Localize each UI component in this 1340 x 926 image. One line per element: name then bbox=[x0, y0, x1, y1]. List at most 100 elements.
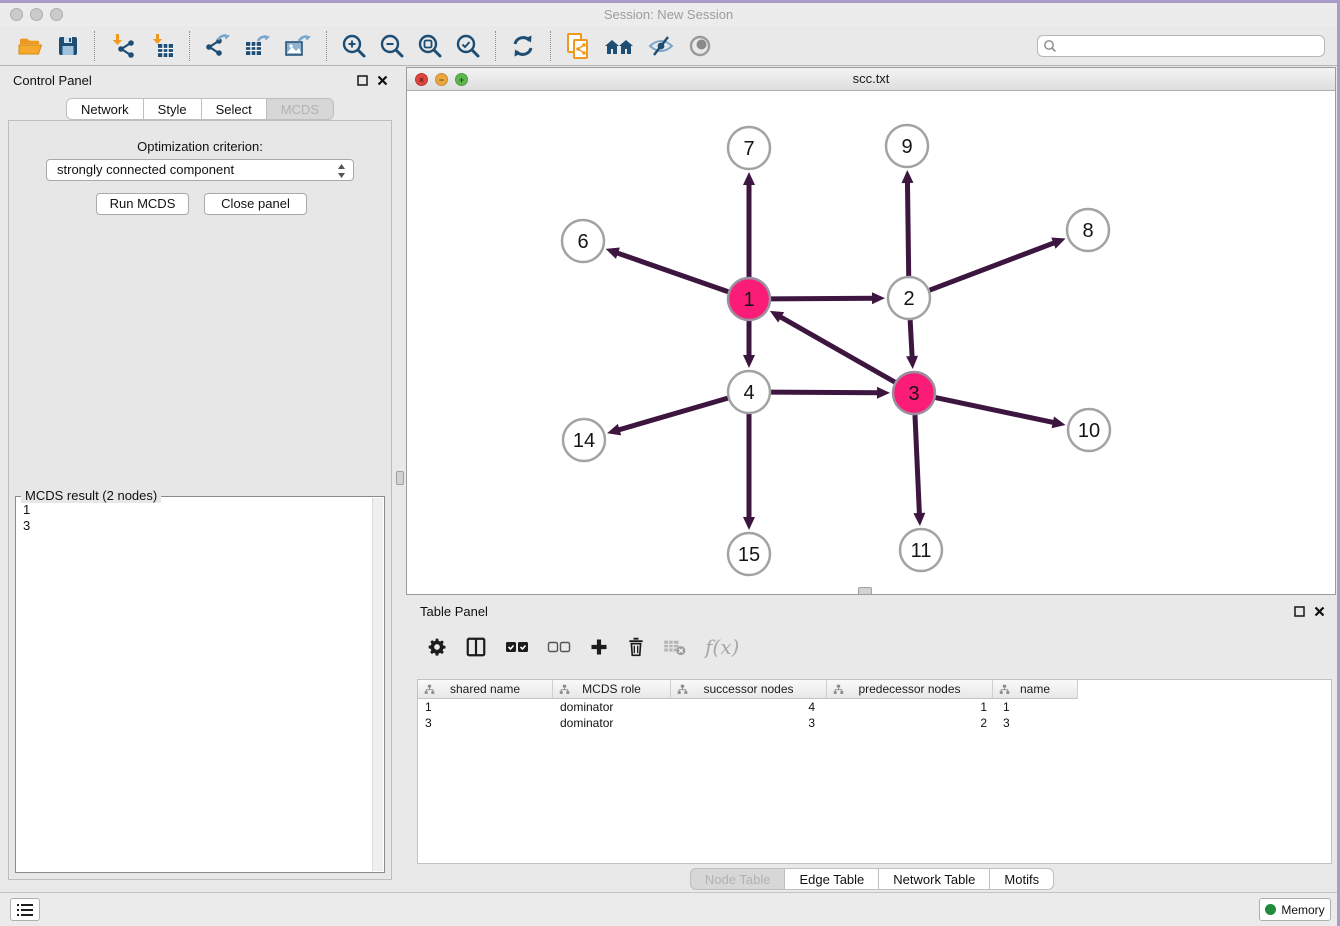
table-tab-edge-table[interactable]: Edge Table bbox=[785, 868, 879, 890]
close-network-button[interactable]: × bbox=[415, 73, 428, 86]
edge-arrowhead bbox=[1052, 416, 1066, 428]
export-image-icon bbox=[284, 33, 312, 59]
close-panel-button[interactable]: Close panel bbox=[204, 193, 307, 215]
edge-3-11[interactable] bbox=[915, 415, 920, 516]
table-row[interactable]: 1dominator411 bbox=[418, 699, 1331, 715]
edge-arrowhead bbox=[877, 387, 890, 399]
table-cell: 3 bbox=[671, 715, 827, 731]
tab-mcds[interactable]: MCDS bbox=[267, 98, 334, 120]
column-header-name[interactable]: name bbox=[993, 680, 1078, 699]
delete-column-button[interactable] bbox=[627, 637, 645, 657]
duplicate-network-button[interactable] bbox=[565, 32, 591, 60]
graphics-details-button[interactable] bbox=[687, 34, 713, 58]
table-tabs: Node TableEdge TableNetwork TableMotifs bbox=[407, 868, 1337, 890]
toggle-visibility-button[interactable] bbox=[647, 34, 675, 58]
zoom-selected-button[interactable] bbox=[455, 33, 481, 59]
zoom-in-button[interactable] bbox=[341, 33, 367, 59]
maximize-network-button[interactable]: + bbox=[455, 73, 468, 86]
column-header-shared-name[interactable]: shared name bbox=[418, 680, 553, 699]
control-panel-title: Control Panel bbox=[13, 73, 92, 88]
task-history-button[interactable] bbox=[10, 898, 40, 921]
edge-1-2[interactable] bbox=[771, 298, 875, 299]
edge-2-9[interactable] bbox=[907, 180, 908, 276]
close-panel-icon[interactable] bbox=[377, 75, 388, 86]
duplicate-network-icon bbox=[565, 32, 591, 60]
table-tab-motifs[interactable]: Motifs bbox=[990, 868, 1054, 890]
close-table-panel-icon[interactable] bbox=[1314, 606, 1325, 617]
open-file-button[interactable] bbox=[18, 34, 44, 58]
edge-4-14[interactable] bbox=[617, 398, 728, 430]
mcds-result-list: 1 3 bbox=[23, 502, 30, 534]
application-window: Session: New Session bbox=[0, 3, 1337, 926]
column-header-label: predecessor nodes bbox=[858, 682, 960, 696]
run-mcds-button[interactable]: Run MCDS bbox=[96, 193, 189, 215]
unselect-all-columns-button[interactable] bbox=[547, 640, 571, 654]
trash-icon bbox=[627, 637, 645, 657]
zoom-out-button[interactable] bbox=[379, 33, 405, 59]
float-table-panel-icon[interactable] bbox=[1294, 606, 1305, 617]
criterion-select[interactable]: strongly connected component bbox=[46, 159, 354, 181]
column-header-successor-nodes[interactable]: successor nodes bbox=[671, 680, 827, 699]
node-label-11: 11 bbox=[911, 540, 932, 562]
stepper-icon bbox=[337, 163, 346, 179]
float-panel-icon[interactable] bbox=[357, 75, 368, 86]
edge-3-1[interactable] bbox=[779, 316, 895, 382]
table-row[interactable]: 3dominator323 bbox=[418, 715, 1331, 731]
tab-style[interactable]: Style bbox=[144, 98, 202, 120]
save-session-button[interactable] bbox=[56, 34, 80, 58]
network-home-button[interactable] bbox=[603, 34, 635, 58]
create-column-button[interactable] bbox=[589, 637, 609, 657]
attribute-icon bbox=[999, 684, 1010, 695]
toolbar-separator bbox=[189, 31, 190, 61]
vertical-split-grip[interactable] bbox=[396, 471, 404, 485]
import-network-icon bbox=[109, 33, 137, 59]
column-header-label: name bbox=[1020, 682, 1050, 696]
zoom-window-button[interactable] bbox=[50, 8, 63, 21]
zoom-fit-button[interactable] bbox=[417, 33, 443, 59]
node-label-10: 10 bbox=[1078, 420, 1100, 442]
edge-4-3[interactable] bbox=[771, 392, 880, 393]
edge-2-3[interactable] bbox=[910, 320, 912, 359]
minimize-network-button[interactable]: − bbox=[435, 73, 448, 86]
table-cell: 3 bbox=[418, 715, 553, 731]
edge-1-6[interactable] bbox=[615, 252, 728, 292]
network-canvas[interactable]: 1234678910111415 bbox=[407, 91, 1335, 594]
status-bar: Memory bbox=[0, 892, 1337, 926]
column-header-MCDS-role[interactable]: MCDS role bbox=[553, 680, 671, 699]
search-input[interactable] bbox=[1037, 35, 1325, 57]
toolbar-separator bbox=[94, 31, 95, 61]
edge-arrowhead bbox=[743, 517, 755, 530]
close-window-button[interactable] bbox=[10, 8, 23, 21]
result-scrollbar[interactable] bbox=[372, 498, 383, 871]
import-network-button[interactable] bbox=[109, 33, 137, 59]
tab-network[interactable]: Network bbox=[66, 98, 144, 120]
export-network-button[interactable] bbox=[204, 33, 232, 59]
horizontal-split-grip[interactable] bbox=[858, 587, 872, 595]
table-settings-button[interactable] bbox=[427, 637, 447, 657]
node-label-15: 15 bbox=[738, 544, 760, 566]
minimize-window-button[interactable] bbox=[30, 8, 43, 21]
delete-table-button-disabled bbox=[663, 638, 687, 656]
edge-3-10[interactable] bbox=[936, 398, 1056, 423]
column-header-predecessor-nodes[interactable]: predecessor nodes bbox=[827, 680, 993, 699]
zoom-out-icon bbox=[379, 33, 405, 59]
table-cell: 1 bbox=[418, 699, 553, 715]
export-image-button[interactable] bbox=[284, 33, 312, 59]
attribute-icon bbox=[424, 684, 435, 695]
import-table-button[interactable] bbox=[149, 33, 175, 59]
select-all-columns-button[interactable] bbox=[505, 640, 529, 654]
show-columns-button[interactable] bbox=[465, 636, 487, 658]
memory-button[interactable]: Memory bbox=[1259, 898, 1331, 921]
function-builder-button-disabled: f(x) bbox=[705, 635, 739, 659]
table-toolbar: f(x) bbox=[407, 626, 1337, 668]
table-tab-node-table[interactable]: Node Table bbox=[690, 868, 786, 890]
table-tab-network-table[interactable]: Network Table bbox=[879, 868, 990, 890]
node-label-2: 2 bbox=[903, 288, 914, 310]
edge-2-8[interactable] bbox=[930, 242, 1057, 290]
node-label-3: 3 bbox=[908, 383, 919, 405]
export-table-button[interactable] bbox=[244, 33, 272, 59]
refresh-layout-button[interactable] bbox=[510, 33, 536, 59]
tab-select[interactable]: Select bbox=[202, 98, 267, 120]
column-header-label: shared name bbox=[450, 682, 520, 696]
column-header-label: successor nodes bbox=[703, 682, 793, 696]
